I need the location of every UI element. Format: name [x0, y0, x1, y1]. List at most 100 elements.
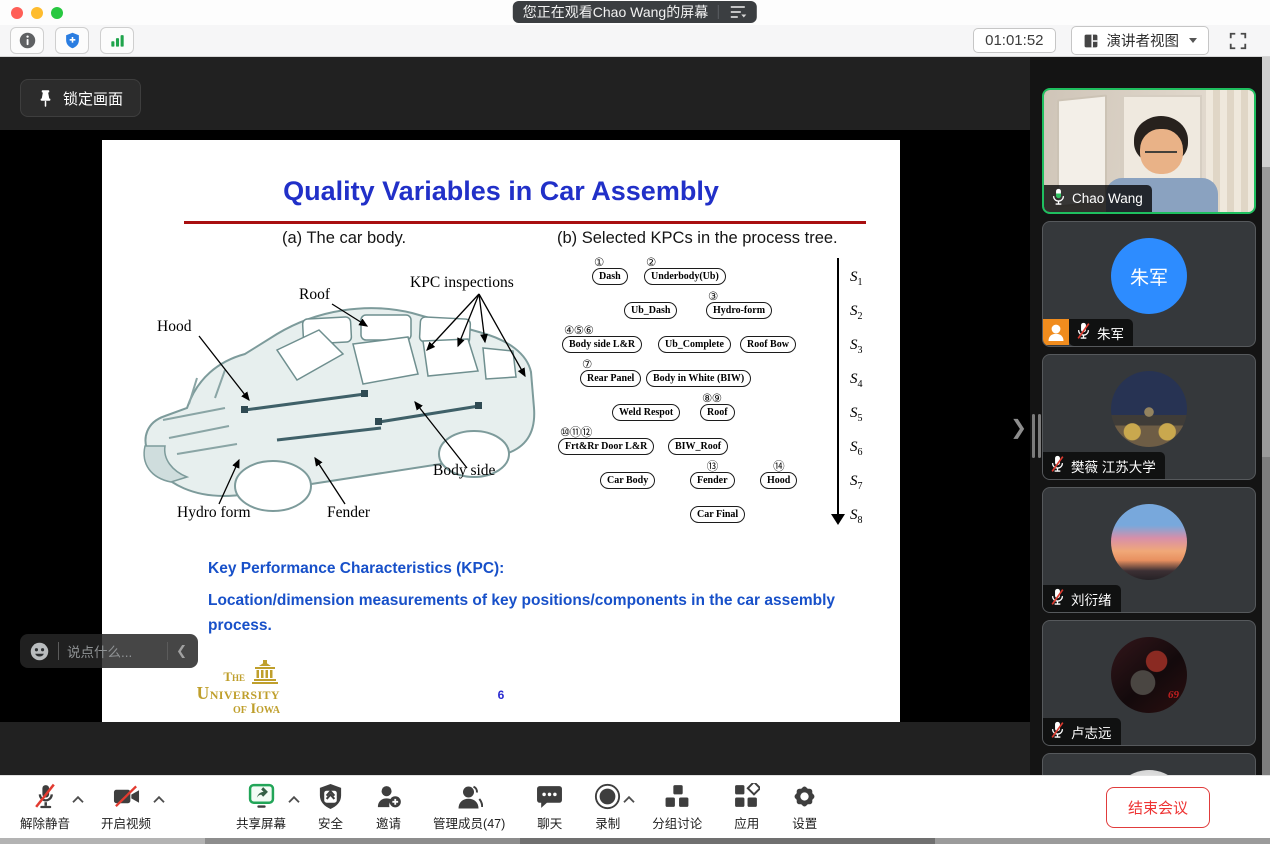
process-tree-figure: Dash①Underbody(Ub)②S1Ub_DashHydro-form③S…: [554, 252, 889, 552]
toolbar-start-video-button[interactable]: 开启视频: [95, 782, 157, 832]
toolbar-breakout-label: 分组讨论: [652, 813, 702, 832]
toolbar-unmute-button[interactable]: 解除静音: [14, 782, 76, 832]
avatar: [1111, 504, 1187, 580]
view-mode-label: 演讲者视图: [1107, 30, 1180, 51]
participants-sidebar: Chao Wang朱军朱军樊薇 江苏大学刘衍绪69卢志远: [1030, 57, 1262, 775]
viewing-screen-banner[interactable]: 您正在观看Chao Wang的屏幕: [513, 1, 757, 23]
view-mode-button[interactable]: 演讲者视图: [1071, 26, 1210, 55]
tree-node: Rear Panel⑦: [580, 370, 641, 387]
banner-options-menu-icon[interactable]: [729, 5, 747, 19]
avatar: 朱军: [1111, 238, 1187, 314]
tree-node: BIW_Roof: [668, 438, 728, 455]
chat-collapse-icon[interactable]: ❮: [176, 643, 189, 659]
encryption-shield-button[interactable]: [55, 27, 89, 54]
desktop-edge-strip: [0, 838, 1270, 844]
security-shield-icon: [317, 782, 344, 810]
traffic-lights: [11, 7, 63, 19]
participant-name: 樊薇 江苏大学: [1071, 456, 1156, 476]
tree-node: Roof Bow: [740, 336, 796, 353]
connection-quality-button[interactable]: [100, 27, 134, 54]
avatar: 69: [1111, 637, 1187, 713]
camera-muted-icon: [113, 782, 140, 810]
participant-name: 卢志远: [1071, 722, 1112, 742]
chevron-up-icon[interactable]: [622, 791, 636, 800]
participant-tile[interactable]: 朱军朱军: [1042, 221, 1256, 347]
fullscreen-icon: [1228, 31, 1248, 51]
participant-name: 刘衍绪: [1071, 589, 1112, 609]
mic-muted-icon: [1050, 721, 1065, 742]
toolbar-record-button[interactable]: 录制: [588, 782, 627, 832]
chevron-up-icon[interactable]: [71, 791, 85, 800]
minimize-window-button[interactable]: [31, 7, 43, 19]
meeting-control-bar: 解除静音 开启视频 共享屏幕安全 邀请 管理成员(47) 聊天录制分组讨论 应用设置 结束会…: [0, 775, 1270, 838]
circled-number-badges: ⑦: [582, 360, 592, 372]
participant-tile[interactable]: 刘衍绪: [1042, 487, 1256, 613]
toolbar-share-screen-button[interactable]: 共享屏幕: [230, 782, 292, 832]
car-part-label: Body side: [433, 462, 495, 480]
chat-divider: [167, 642, 168, 660]
chevron-up-icon[interactable]: [287, 791, 301, 800]
signal-bars-icon: [109, 32, 126, 49]
toolbar-unmute-label: 解除静音: [20, 813, 70, 832]
tree-node: Body in White (BIW): [646, 370, 751, 387]
presentation-slide: Quality Variables in Car Assembly (a) Th…: [102, 140, 900, 722]
participant-name-label: 朱军: [1069, 319, 1133, 346]
pin-screen-label: 锁定画面: [63, 88, 123, 109]
mic-active-icon: [1051, 188, 1066, 209]
participant-tile[interactable]: Chao Wang: [1042, 88, 1256, 214]
end-meeting-button[interactable]: 结束会议: [1106, 787, 1210, 828]
participant-name: Chao Wang: [1072, 191, 1143, 206]
logo-of-iowa: of Iowa: [128, 702, 280, 717]
participant-name: 朱军: [1097, 323, 1124, 343]
zoom-meeting-window: 您正在观看Chao Wang的屏幕 01:01:52 演讲者视图: [0, 0, 1270, 844]
info-icon: [19, 32, 36, 49]
meeting-timer: 01:01:52: [973, 28, 1055, 53]
participant-tile[interactable]: 樊薇 江苏大学: [1042, 354, 1256, 480]
logo-university: University: [128, 684, 280, 702]
tree-node: Ub_Complete: [658, 336, 731, 353]
person-badge-icon: [1043, 319, 1069, 345]
tree-node: Car Final: [690, 506, 745, 523]
meeting-info-button[interactable]: [10, 27, 44, 54]
tree-node: Body side L&R④⑤⑥: [562, 336, 642, 353]
zoom-window-button[interactable]: [51, 7, 63, 19]
chat-quick-input[interactable]: 说点什么... ❮: [20, 634, 198, 668]
car-part-label: Roof: [299, 286, 330, 304]
car-part-label: KPC inspections: [410, 274, 514, 292]
share-screen-icon: [248, 782, 275, 810]
circled-number-badges: ③: [708, 292, 718, 304]
circled-number-badges: ⑭: [773, 462, 784, 474]
emoji-smiley-icon[interactable]: [29, 641, 50, 662]
participant-tile[interactable]: [1042, 753, 1256, 775]
chevron-up-icon[interactable]: [152, 791, 166, 800]
tree-node: Ub_Dash: [624, 302, 677, 319]
toolbar-settings-button[interactable]: 设置: [785, 782, 824, 832]
toolbar-security-label: 安全: [318, 813, 343, 832]
pin-screen-button[interactable]: 锁定画面: [20, 79, 141, 117]
participant-footer: 朱军: [1043, 319, 1133, 346]
participant-tile[interactable]: 69 卢志远: [1042, 620, 1256, 746]
circled-number-badges: ②: [646, 258, 656, 270]
close-window-button[interactable]: [11, 7, 23, 19]
toolbar-invite-label: 邀请: [376, 813, 401, 832]
toolbar-security-button[interactable]: 安全: [311, 782, 350, 832]
car-part-label: Hydro form: [177, 504, 251, 522]
sidebar-drag-handle[interactable]: [1032, 414, 1041, 458]
toolbar-apps-button[interactable]: 应用: [727, 782, 766, 832]
shared-screen-area: 锁定画面 Quality Variables in Car Assembly (…: [0, 57, 1030, 775]
chat-placeholder[interactable]: 说点什么...: [67, 641, 159, 661]
toolbar-chat-button[interactable]: 聊天: [530, 782, 569, 832]
avatar-badge: 69: [1168, 689, 1179, 701]
stage-label: S4: [850, 371, 863, 390]
topbar-left-icons: [10, 27, 134, 54]
tree-node: Hydro-form③: [706, 302, 772, 319]
circled-number-badges: ⑬: [707, 462, 718, 474]
toolbar-invite-button[interactable]: 邀请: [369, 782, 408, 832]
toolbar-breakout-button[interactable]: 分组讨论: [646, 782, 708, 832]
car-body-drawing: [127, 258, 552, 533]
kpc-body-line2: process.: [208, 617, 272, 635]
sidebar-expand-icon[interactable]: ❯: [1010, 415, 1027, 440]
fullscreen-button[interactable]: [1224, 27, 1252, 55]
toolbar-participants-button[interactable]: 管理成员(47): [427, 782, 511, 832]
record-circle-icon: [594, 782, 621, 810]
